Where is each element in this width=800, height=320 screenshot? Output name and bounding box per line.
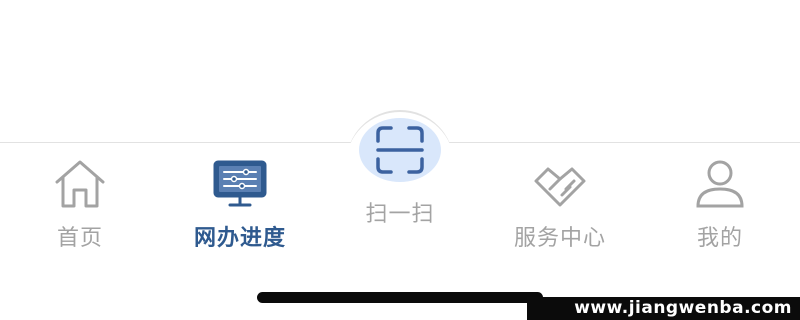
user-icon bbox=[690, 154, 750, 214]
tab-scan-label: 扫一扫 bbox=[365, 202, 435, 227]
home-icon bbox=[50, 154, 110, 214]
scan-icon bbox=[376, 126, 424, 174]
handshake-heart-icon bbox=[530, 154, 590, 214]
tab-home[interactable]: 首页 bbox=[10, 150, 150, 260]
tab-progress[interactable]: 网办进度 bbox=[170, 150, 310, 260]
home-indicator bbox=[257, 292, 543, 303]
tab-scan[interactable]: 扫一扫 bbox=[330, 118, 470, 228]
tab-home-label: 首页 bbox=[56, 226, 103, 251]
watermark-text: www.jiangwenba.com bbox=[527, 297, 800, 320]
tab-mine-label: 我的 bbox=[696, 226, 743, 251]
tab-progress-label: 网办进度 bbox=[193, 226, 286, 251]
tab-mine[interactable]: 我的 bbox=[650, 150, 790, 260]
scan-button[interactable] bbox=[359, 118, 441, 182]
tab-service[interactable]: 服务中心 bbox=[490, 150, 630, 260]
monitor-settings-icon bbox=[210, 154, 270, 214]
tab-service-label: 服务中心 bbox=[513, 226, 606, 251]
